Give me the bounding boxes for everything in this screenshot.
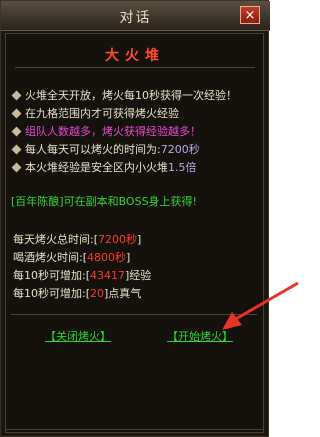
arrow-shaft	[233, 281, 299, 322]
annotation-arrow-icon	[222, 281, 299, 330]
arrow-head	[222, 312, 242, 330]
